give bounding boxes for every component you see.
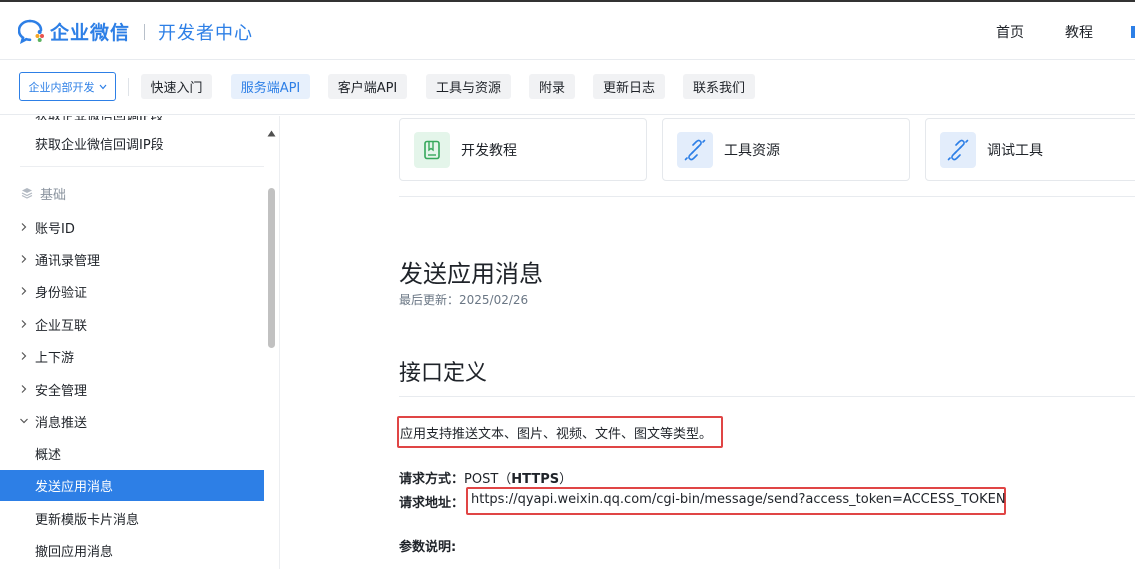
content-divider bbox=[399, 196, 1135, 197]
brand-subtitle: 开发者中心 bbox=[158, 22, 254, 44]
brand-name: 企业微信 bbox=[50, 22, 131, 44]
sidebar-item-label: 账号ID bbox=[35, 221, 75, 237]
tab-client-api[interactable]: 客户端API bbox=[328, 74, 407, 99]
chevron-right-icon bbox=[19, 221, 29, 231]
sidebar-item-upstream[interactable]: 上下游 bbox=[0, 341, 264, 371]
card-debug-tools[interactable]: 调试工具 bbox=[925, 118, 1135, 181]
chevron-right-icon bbox=[19, 253, 29, 263]
scroll-up-arrow-icon[interactable] bbox=[267, 122, 276, 141]
subnav-divider bbox=[128, 78, 129, 96]
sidebar-subitem-overview[interactable]: 概述 bbox=[0, 438, 264, 468]
tab-contact[interactable]: 联系我们 bbox=[683, 74, 755, 99]
top-header: 企业微信 开发者中心 首页 教程 bbox=[0, 0, 1135, 60]
sidebar-item-label: 上下游 bbox=[35, 350, 75, 366]
chevron-right-icon bbox=[19, 383, 29, 393]
chevron-right-icon bbox=[19, 350, 29, 360]
sidebar-item-label: 通讯录管理 bbox=[35, 253, 101, 269]
chevron-right-icon bbox=[19, 285, 29, 295]
nav-home[interactable]: 首页 bbox=[996, 22, 1024, 42]
sidebar-item-callback-ip[interactable]: 获取企业微信回调IP段 bbox=[0, 128, 264, 158]
section-divider bbox=[399, 396, 1135, 397]
sidebar-subitem-label: 发送应用消息 bbox=[35, 480, 114, 495]
chevron-down-icon bbox=[99, 80, 107, 93]
sidebar-subitem-recall[interactable]: 撤回应用消息 bbox=[0, 535, 264, 565]
chevron-down-icon bbox=[19, 415, 29, 425]
card-dev-tutorial[interactable]: 开发教程 bbox=[399, 118, 647, 181]
tab-tools[interactable]: 工具与资源 bbox=[426, 74, 511, 99]
category-dropdown[interactable]: 企业内部开发 bbox=[19, 72, 116, 101]
dropdown-label: 企业内部开发 bbox=[28, 80, 95, 94]
method-value: POST（ bbox=[464, 472, 512, 487]
layers-icon bbox=[21, 187, 33, 203]
card-label: 开发教程 bbox=[461, 142, 517, 159]
chevron-right-icon bbox=[19, 318, 29, 328]
sidebar-item-cut[interactable]: 获取企业微信回调IP段 bbox=[35, 116, 164, 120]
section-title: 接口定义 bbox=[399, 361, 488, 386]
sidebar: 获取企业微信回调IP段 获取企业微信回调IP段 基础 账号ID 通讯录管理 身份… bbox=[0, 116, 280, 569]
card-label: 调试工具 bbox=[987, 142, 1043, 159]
card-tool-resources[interactable]: 工具资源 bbox=[662, 118, 910, 181]
sidebar-item-interconnect[interactable]: 企业互联 bbox=[0, 309, 264, 339]
sidebar-subitem-update-card[interactable]: 更新模版卡片消息 bbox=[0, 503, 264, 533]
wecom-logo-icon bbox=[17, 19, 46, 45]
tab-server-api[interactable]: 服务端API bbox=[231, 74, 310, 99]
book-icon bbox=[414, 131, 450, 168]
brand-divider bbox=[144, 23, 146, 40]
sidebar-item-label: 企业互联 bbox=[35, 318, 88, 334]
nav-tutorial[interactable]: 教程 bbox=[1065, 22, 1093, 42]
sidebar-scrollbar-thumb[interactable] bbox=[268, 188, 275, 348]
section-label: 基础 bbox=[40, 187, 67, 203]
plug-icon bbox=[677, 131, 713, 168]
sidebar-section-basic: 基础 bbox=[0, 178, 264, 208]
sidebar-subitem-label: 撤回应用消息 bbox=[35, 544, 114, 560]
tab-appendix[interactable]: 附录 bbox=[529, 74, 575, 99]
sidebar-item-messaging[interactable]: 消息推送 bbox=[0, 406, 264, 436]
sidebar-item-label: 身份验证 bbox=[35, 285, 88, 301]
plug-icon bbox=[940, 131, 976, 168]
method-protocol: HTTPS bbox=[511, 472, 560, 487]
sidebar-item-contacts[interactable]: 通讯录管理 bbox=[0, 244, 264, 274]
method-close: ） bbox=[559, 472, 573, 487]
nav-more-cut bbox=[1131, 26, 1135, 38]
page-title: 发送应用消息 bbox=[399, 260, 543, 288]
url-label: 请求地址： bbox=[399, 496, 465, 511]
last-updated: 最后更新：2025/02/26 bbox=[399, 293, 529, 307]
method-label: 请求方式： bbox=[399, 472, 465, 487]
sidebar-item-label: 安全管理 bbox=[35, 383, 88, 399]
request-url[interactable]: https://qyapi.weixin.qq.com/cgi-bin/mess… bbox=[471, 492, 1006, 507]
sidebar-item-security[interactable]: 安全管理 bbox=[0, 374, 264, 404]
card-label: 工具资源 bbox=[724, 142, 780, 159]
sidebar-subitem-label: 更新模版卡片消息 bbox=[35, 512, 140, 528]
tab-quickstart[interactable]: 快速入门 bbox=[141, 74, 212, 99]
params-label: 参数说明: bbox=[399, 540, 457, 555]
request-method: 请求方式：POST（HTTPS） bbox=[399, 468, 572, 487]
tab-changelog[interactable]: 更新日志 bbox=[593, 74, 665, 99]
sidebar-subitem-send-app-message[interactable]: 发送应用消息 bbox=[0, 470, 264, 501]
sidebar-item-account-id[interactable]: 账号ID bbox=[0, 212, 264, 242]
sidebar-item-auth[interactable]: 身份验证 bbox=[0, 276, 264, 306]
sub-nav: 企业内部开发 快速入门 服务端API 客户端API 工具与资源 附录 更新日志 … bbox=[0, 60, 1135, 115]
sidebar-item-label: 获取企业微信回调IP段 bbox=[35, 137, 164, 153]
sidebar-item-label: 消息推送 bbox=[35, 415, 88, 431]
sidebar-subitem-label: 概述 bbox=[35, 447, 62, 463]
sidebar-divider bbox=[20, 166, 264, 167]
brand-logo[interactable]: 企业微信 开发者中心 bbox=[17, 18, 254, 45]
intro-text: 应用支持推送文本、图片、视频、文件、图文等类型。 bbox=[400, 427, 713, 442]
